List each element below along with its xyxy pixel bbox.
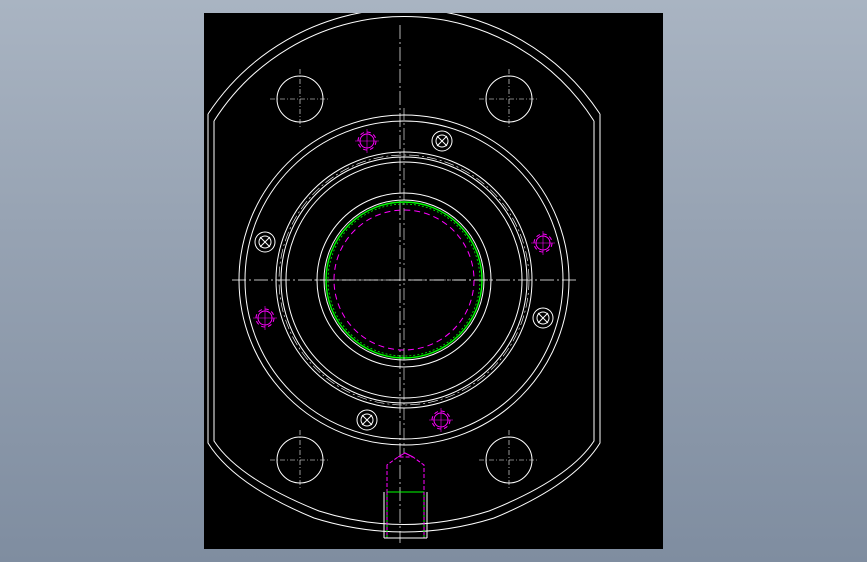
flange-plate-drawing[interactable] <box>204 13 663 549</box>
bolt-hole-icon <box>270 69 330 129</box>
tapped-hole-icon <box>253 306 277 330</box>
cross-recess-screw-icon <box>356 409 378 431</box>
tapped-hole-icon <box>531 231 555 255</box>
tapped-hole-icon <box>429 408 453 432</box>
bolt-hole-icon <box>270 430 330 490</box>
cad-drawing-viewport[interactable] <box>204 13 663 549</box>
cross-recess-screw-icon <box>254 231 276 253</box>
bolt-hole-icon <box>479 69 539 129</box>
cross-recess-screw-icon <box>431 130 453 152</box>
bore <box>314 108 494 453</box>
bottom-port <box>383 452 428 539</box>
cross-recess-screw-icon <box>532 307 554 329</box>
tapped-hole-icon <box>355 129 379 153</box>
bolt-hole-icon <box>479 430 539 490</box>
mounting-holes <box>270 69 539 490</box>
